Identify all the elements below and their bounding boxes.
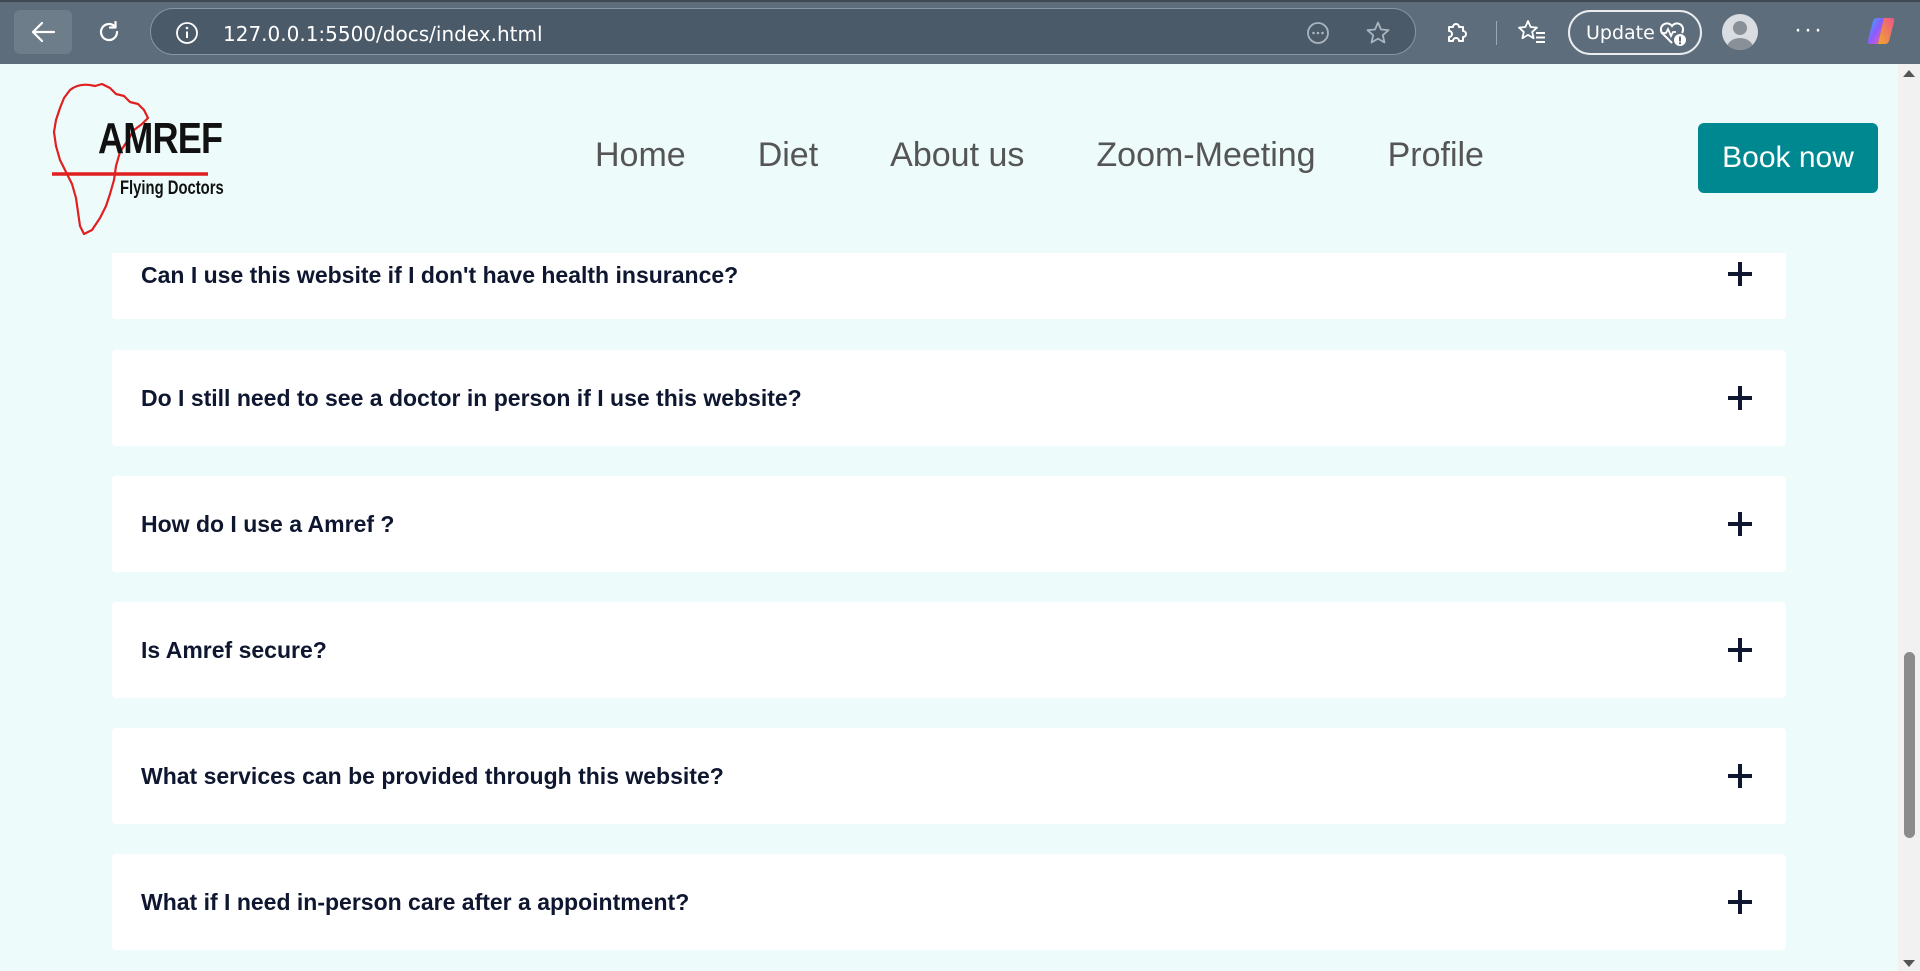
faq-question: How do I use a Amref ? (141, 510, 395, 537)
faq-question: What if I need in-person care after a ap… (141, 888, 690, 915)
amref-logo[interactable]: AMREF Flying Doctors (50, 80, 224, 240)
address-bar[interactable]: 127.0.0.1:5500/docs/index.html (150, 8, 1416, 55)
plus-icon[interactable] (1728, 764, 1752, 788)
site-info-icon[interactable] (175, 21, 199, 45)
url-text[interactable]: 127.0.0.1:5500/docs/index.html (223, 22, 543, 46)
book-now-button[interactable]: Book now (1698, 123, 1878, 193)
main-nav: Home Diet About us Zoom-Meeting Profile (595, 136, 1556, 175)
logo-tagline: Flying Doctors (120, 178, 224, 199)
heartbeat-icon (1659, 22, 1686, 46)
browser-toolbar: 127.0.0.1:5500/docs/index.html Update ··… (0, 0, 1920, 64)
plus-icon[interactable] (1728, 386, 1752, 410)
nav-home[interactable]: Home (595, 136, 686, 175)
update-label: Update (1586, 21, 1655, 44)
copilot-icon[interactable] (1864, 14, 1898, 48)
scroll-down-arrow-icon[interactable] (1903, 960, 1915, 967)
faq-item[interactable]: How do I use a Amref ? (112, 476, 1786, 572)
site-header: AMREF Flying Doctors Home Diet About us … (0, 64, 1898, 253)
page-scrollbar[interactable] (1898, 64, 1920, 971)
extensions-icon[interactable] (1443, 18, 1471, 46)
faq-item[interactable]: What if I need in-person care after a ap… (112, 854, 1786, 950)
user-icon (1727, 21, 1753, 50)
reload-button[interactable] (80, 10, 138, 54)
window-edge (0, 0, 1920, 2)
settings-more-button[interactable]: ··· (1794, 16, 1824, 44)
plus-icon[interactable] (1728, 890, 1752, 914)
reload-icon (99, 20, 119, 42)
nav-zoom-meeting[interactable]: Zoom-Meeting (1096, 136, 1315, 175)
plus-icon[interactable] (1728, 638, 1752, 662)
scrollbar-thumb[interactable] (1904, 652, 1915, 838)
plus-icon[interactable] (1728, 262, 1752, 286)
favorites-icon[interactable] (1517, 18, 1547, 46)
nav-diet[interactable]: Diet (758, 136, 818, 175)
faq-question: What services can be provided through th… (141, 762, 724, 789)
faq-item[interactable]: Can I use this website if I don't have h… (112, 253, 1786, 319)
reading-view-icon[interactable] (1305, 20, 1331, 46)
faq-question: Is Amref secure? (141, 636, 327, 663)
scroll-up-arrow-icon[interactable] (1903, 70, 1915, 77)
faq-question: Do I still need to see a doctor in perso… (141, 384, 802, 411)
star-icon[interactable] (1365, 20, 1391, 46)
faq-item[interactable]: What services can be provided through th… (112, 728, 1786, 824)
update-button[interactable]: Update (1568, 10, 1702, 55)
logo-brand: AMREF (98, 114, 223, 163)
nav-about-us[interactable]: About us (890, 136, 1024, 175)
faq-item[interactable]: Is Amref secure? (112, 602, 1786, 698)
plus-icon[interactable] (1728, 512, 1752, 536)
back-button[interactable] (14, 10, 72, 54)
toolbar-separator (1496, 21, 1497, 45)
faq-question: Can I use this website if I don't have h… (141, 262, 739, 288)
faq-item[interactable]: Do I still need to see a doctor in perso… (112, 350, 1786, 446)
nav-profile[interactable]: Profile (1388, 136, 1484, 175)
arrow-left-icon (31, 21, 56, 43)
profile-avatar[interactable] (1722, 14, 1758, 50)
